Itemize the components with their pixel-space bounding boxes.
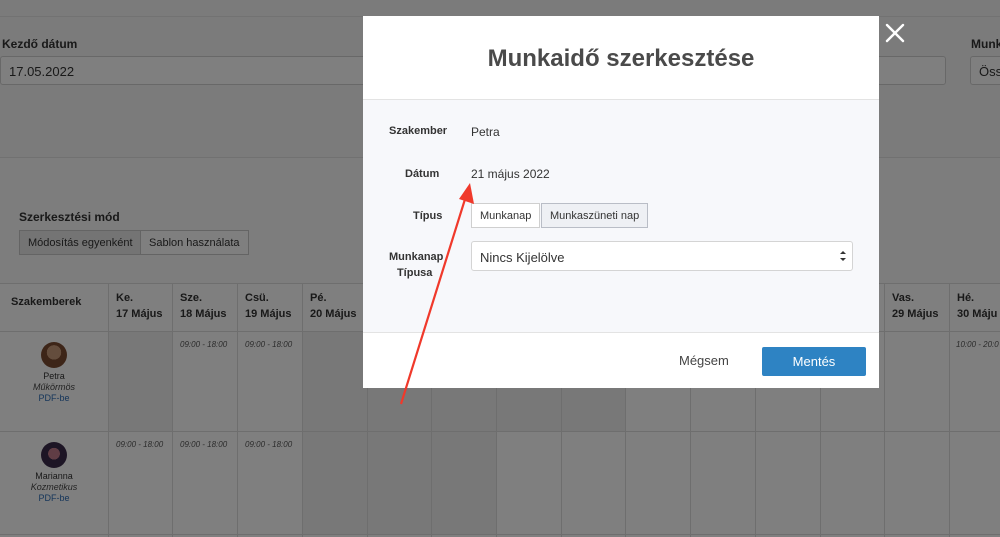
edit-worktime-modal: Munkaidő szerkesztése Szakember Petra Dá… [363,16,879,388]
specialist-value: Petra [471,125,500,139]
save-button[interactable]: Mentés [762,347,866,376]
workday-type-value: Nincs Kijelölve [480,250,565,265]
close-icon[interactable] [883,21,907,45]
modal-title: Munkaidő szerkesztése [487,45,755,72]
date-label: Dátum [405,168,440,180]
workday-type-select[interactable]: Nincs Kijelölve [471,241,853,271]
date-value: 21 május 2022 [471,167,550,181]
type-workday-button[interactable]: Munkanap [471,203,541,228]
modal-header: Munkaidő szerkesztése [363,16,879,100]
modal-footer: Mégsem Mentés [363,332,879,388]
type-label: Típus [413,210,443,222]
select-arrows-icon [838,248,848,264]
type-holiday-button[interactable]: Munkaszüneti nap [541,203,649,228]
workday-type-label: Munkanap Típusa [389,251,444,279]
cancel-button[interactable]: Mégsem [679,353,729,368]
specialist-label: Szakember [389,125,448,137]
